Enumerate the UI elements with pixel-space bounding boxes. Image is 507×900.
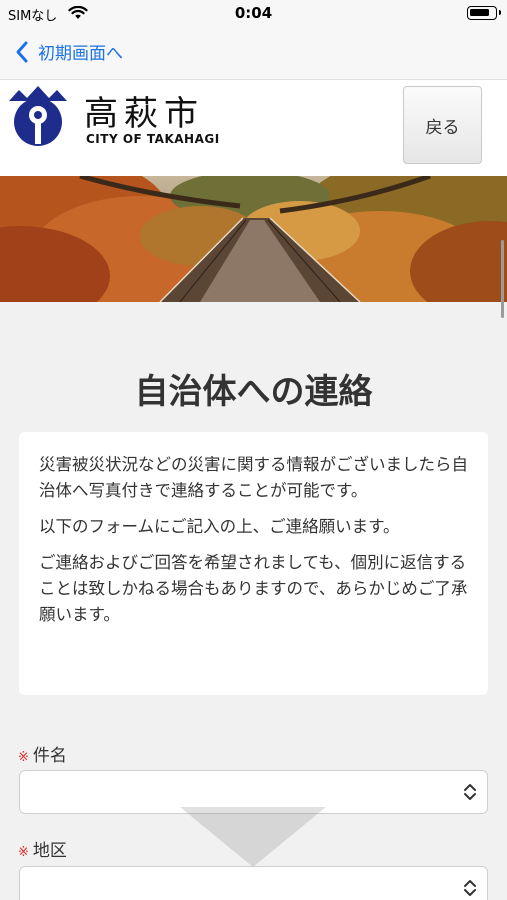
subject-label: ※ 件名 [18,746,67,766]
info-paragraph: 災害被災状況などの災害に関する情報がございましたら自治体へ写真付きで連絡すること… [39,455,468,500]
info-paragraph: 以下のフォームにご記入の上、ご連絡願います。 [39,517,400,536]
banner-image [0,176,507,302]
scroll-indicator[interactable] [501,240,504,318]
city-emblem-logo [9,86,67,146]
info-paragraph: ご連絡およびご回答を希望されましても、個別に返信することは致しかねる場合もありま… [39,553,468,624]
return-button[interactable]: 戻る [403,86,482,164]
district-select[interactable] [19,866,488,900]
district-label: ※ 地区 [18,841,67,861]
back-link-label: 初期画面へ [38,44,123,64]
site-header: 高萩市 CITY OF TAKAHAGI 戻る [0,80,507,176]
page-title: 自治体への連絡 [134,372,373,412]
nav-bar: 初期画面へ [0,28,507,80]
back-to-start-button[interactable]: 初期画面へ [14,39,123,64]
chevron-left-icon [16,41,28,62]
scroll-down-hint-icon[interactable] [180,807,326,867]
city-name-logo: 高萩市 [84,94,204,134]
city-name-en: CITY OF TAKAHAGI [86,132,220,146]
clock: 0:04 [234,4,273,22]
select-arrows-icon [464,880,476,896]
required-mark: ※ [18,750,29,765]
select-arrows-icon [464,784,476,800]
battery-icon [467,6,501,20]
info-box: 災害被災状況などの災害に関する情報がございましたら自治体へ写真付きで連絡すること… [19,432,488,695]
status-bar: SIMなし 0:04 [0,0,507,28]
required-mark: ※ [18,845,29,860]
